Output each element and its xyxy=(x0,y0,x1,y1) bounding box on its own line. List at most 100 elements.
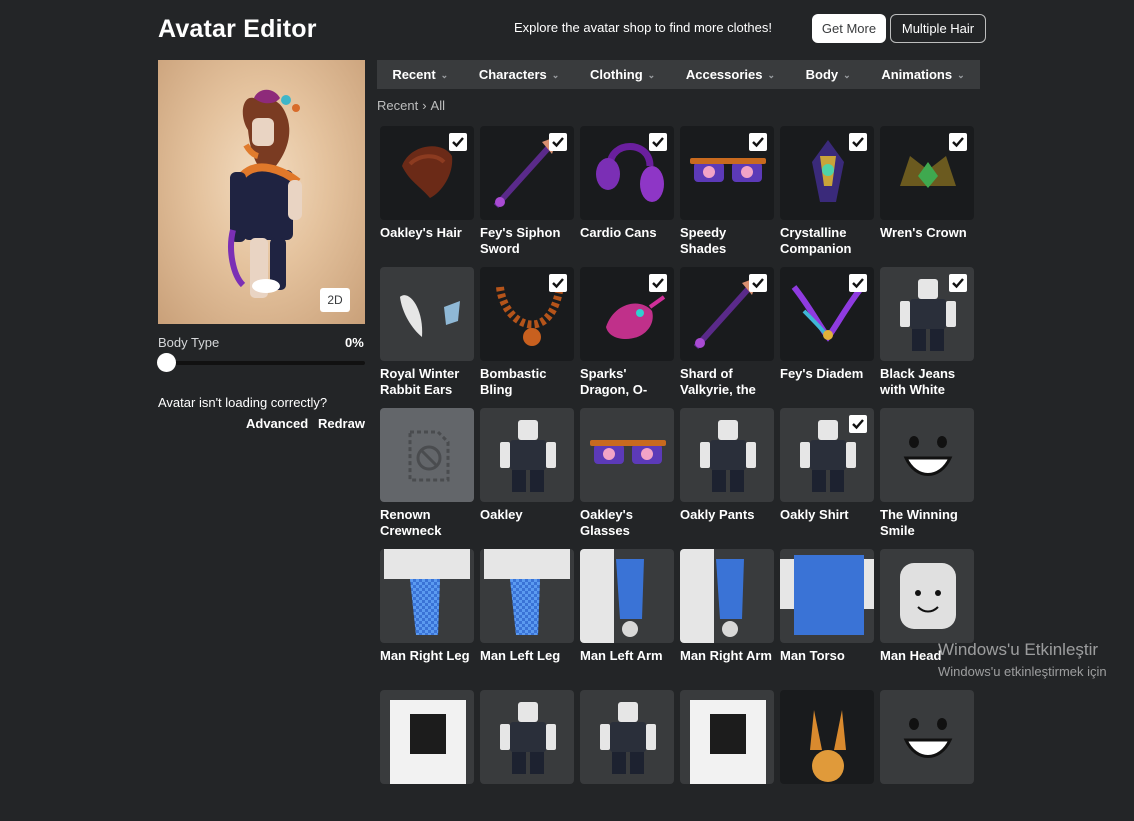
item-thumbnail[interactable] xyxy=(880,690,974,784)
item-name[interactable]: Oakly Shirt xyxy=(780,507,874,539)
item-tile[interactable]: Man Right Leg xyxy=(380,549,474,680)
item-thumbnail[interactable] xyxy=(680,126,774,220)
item-name[interactable]: Bombastic Bling xyxy=(480,366,574,398)
checkmark-icon[interactable] xyxy=(449,133,467,151)
item-thumbnail[interactable] xyxy=(580,267,674,361)
item-thumbnail[interactable] xyxy=(780,549,874,643)
item-name[interactable] xyxy=(580,789,674,821)
checkmark-icon[interactable] xyxy=(549,274,567,292)
item-tile[interactable]: Speedy Shades xyxy=(680,126,774,257)
item-name[interactable]: Speedy Shades xyxy=(680,225,774,257)
item-tile[interactable]: Oakly Pants xyxy=(680,408,774,539)
item-thumbnail[interactable] xyxy=(780,690,874,784)
item-tile[interactable]: Oakley xyxy=(480,408,574,539)
get-more-button[interactable]: Get More xyxy=(812,14,886,43)
item-thumbnail[interactable] xyxy=(680,690,774,784)
item-thumbnail[interactable] xyxy=(480,126,574,220)
item-thumbnail[interactable] xyxy=(480,690,574,784)
item-thumbnail[interactable] xyxy=(480,549,574,643)
item-thumbnail[interactable] xyxy=(580,126,674,220)
item-tile[interactable]: Oakly Shirt xyxy=(780,408,874,539)
item-tile[interactable]: Man Left Leg xyxy=(480,549,574,680)
item-thumbnail[interactable] xyxy=(780,126,874,220)
item-name[interactable]: Man Right Arm xyxy=(680,648,774,680)
item-thumbnail[interactable] xyxy=(380,126,474,220)
item-tile[interactable]: Bombastic Bling xyxy=(480,267,574,398)
item-tile[interactable]: Man Right Arm xyxy=(680,549,774,680)
item-name[interactable]: Fey's Siphon Sword xyxy=(480,225,574,257)
item-tile[interactable] xyxy=(680,690,774,821)
item-name[interactable]: Wren's Crown xyxy=(880,225,974,257)
checkmark-icon[interactable] xyxy=(949,133,967,151)
item-thumbnail[interactable] xyxy=(680,408,774,502)
item-tile[interactable] xyxy=(780,690,874,821)
item-name[interactable]: Oakly Pants xyxy=(680,507,774,539)
avatar-preview[interactable]: 2D xyxy=(158,60,365,324)
item-name[interactable] xyxy=(780,789,874,821)
item-tile[interactable]: Wren's Crown xyxy=(880,126,974,257)
item-name[interactable]: Man Left Arm xyxy=(580,648,674,680)
item-name[interactable]: Cardio Cans xyxy=(580,225,674,257)
tab-clothing[interactable]: Clothing ⌄ xyxy=(590,67,655,82)
item-thumbnail[interactable] xyxy=(380,690,474,784)
item-tile[interactable] xyxy=(880,690,974,821)
item-tile[interactable] xyxy=(380,690,474,821)
item-tile[interactable]: Royal Winter Rabbit Ears xyxy=(380,267,474,398)
checkmark-icon[interactable] xyxy=(849,415,867,433)
item-thumbnail[interactable] xyxy=(380,549,474,643)
item-tile[interactable]: Oakley's Hair xyxy=(380,126,474,257)
item-thumbnail[interactable] xyxy=(780,267,874,361)
item-tile[interactable]: Cardio Cans xyxy=(580,126,674,257)
advanced-link[interactable]: Advanced xyxy=(246,416,308,431)
tab-body[interactable]: Body ⌄ xyxy=(806,67,851,82)
item-tile[interactable] xyxy=(580,690,674,821)
item-thumbnail[interactable] xyxy=(880,549,974,643)
item-thumbnail[interactable] xyxy=(480,408,574,502)
item-name[interactable]: Man Left Leg xyxy=(480,648,574,680)
body-type-slider-handle[interactable] xyxy=(157,353,176,372)
item-name[interactable]: Man Right Leg xyxy=(380,648,474,680)
tab-recent[interactable]: Recent ⌄ xyxy=(392,67,448,82)
item-tile[interactable]: Oakley's Glasses xyxy=(580,408,674,539)
checkmark-icon[interactable] xyxy=(649,133,667,151)
item-name[interactable] xyxy=(480,789,574,821)
item-tile[interactable] xyxy=(480,690,574,821)
tab-animations[interactable]: Animations ⌄ xyxy=(881,67,964,82)
toggle-2d-button[interactable]: 2D xyxy=(320,288,350,312)
item-name[interactable]: Man Torso xyxy=(780,648,874,680)
item-tile[interactable]: Black Jeans with White xyxy=(880,267,974,398)
tab-accessories[interactable]: Accessories ⌄ xyxy=(686,67,775,82)
item-thumbnail[interactable] xyxy=(780,408,874,502)
item-name[interactable] xyxy=(880,789,974,821)
item-thumbnail[interactable] xyxy=(380,267,474,361)
item-tile[interactable]: Crystalline Companion xyxy=(780,126,874,257)
checkmark-icon[interactable] xyxy=(749,274,767,292)
item-name[interactable]: Royal Winter Rabbit Ears xyxy=(380,366,474,398)
item-thumbnail[interactable] xyxy=(380,408,474,502)
item-thumbnail[interactable] xyxy=(580,690,674,784)
tab-characters[interactable]: Characters ⌄ xyxy=(479,67,559,82)
checkmark-icon[interactable] xyxy=(549,133,567,151)
item-tile[interactable]: Renown Crewneck xyxy=(380,408,474,539)
item-thumbnail[interactable] xyxy=(880,408,974,502)
item-tile[interactable]: Sparks' Dragon, O- xyxy=(580,267,674,398)
item-name[interactable]: Renown Crewneck xyxy=(380,507,474,539)
multiple-hair-button[interactable]: Multiple Hair xyxy=(890,14,986,43)
item-thumbnail[interactable] xyxy=(580,408,674,502)
item-name[interactable]: Black Jeans with White xyxy=(880,366,974,398)
item-name[interactable]: Sparks' Dragon, O- xyxy=(580,366,674,398)
checkmark-icon[interactable] xyxy=(649,274,667,292)
checkmark-icon[interactable] xyxy=(849,133,867,151)
item-name[interactable]: Crystalline Companion xyxy=(780,225,874,257)
item-name[interactable] xyxy=(680,789,774,821)
body-type-slider[interactable] xyxy=(158,361,365,365)
item-name[interactable]: Oakley xyxy=(480,507,574,539)
item-thumbnail[interactable] xyxy=(480,267,574,361)
item-thumbnail[interactable] xyxy=(880,126,974,220)
item-name[interactable] xyxy=(380,789,474,821)
item-tile[interactable]: Man Torso xyxy=(780,549,874,680)
item-tile[interactable]: Fey's Siphon Sword xyxy=(480,126,574,257)
item-thumbnail[interactable] xyxy=(580,549,674,643)
item-thumbnail[interactable] xyxy=(880,267,974,361)
item-tile[interactable]: The Winning Smile xyxy=(880,408,974,539)
